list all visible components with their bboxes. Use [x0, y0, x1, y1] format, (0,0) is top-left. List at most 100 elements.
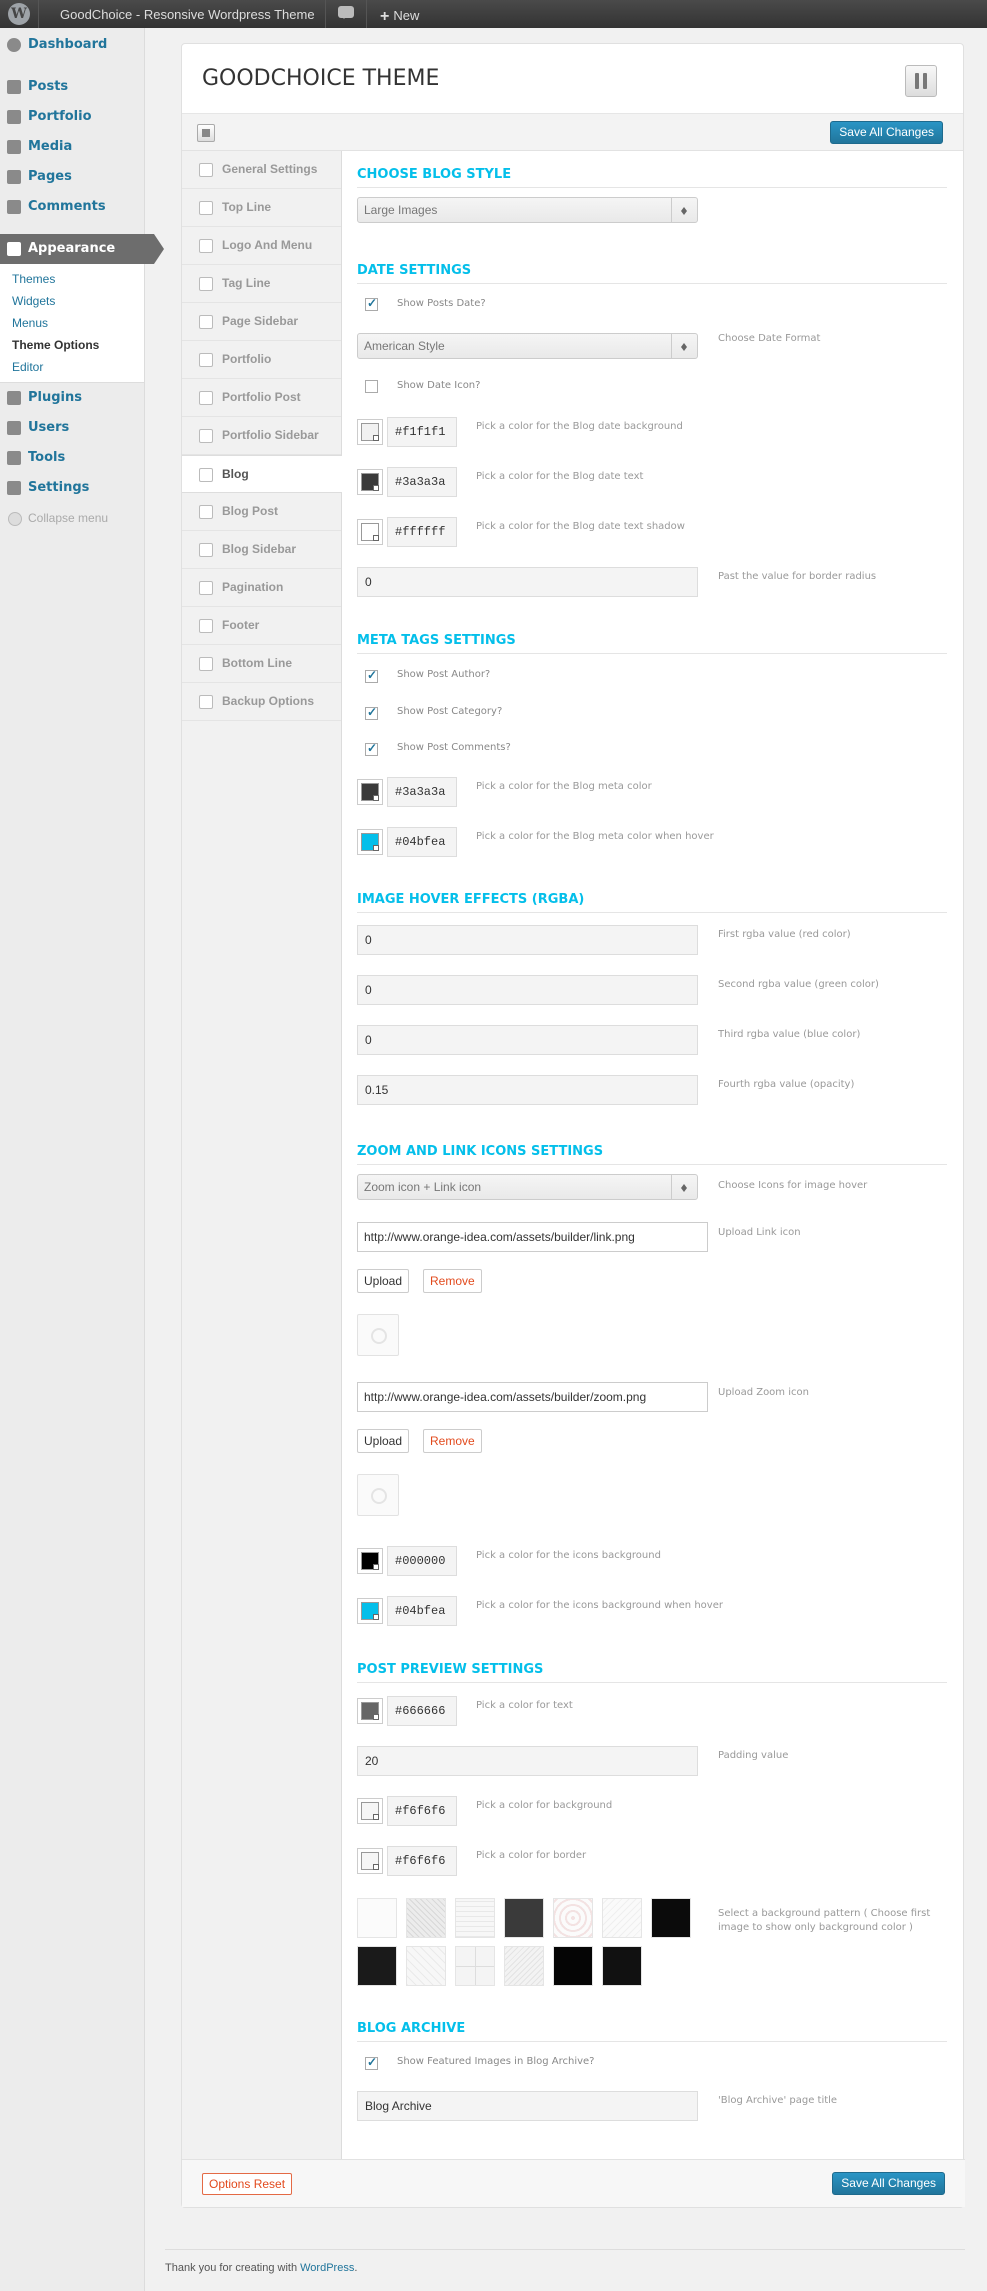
collapse-menu-button[interactable]: Collapse menu	[0, 503, 144, 533]
color-swatch[interactable]	[357, 779, 383, 805]
nav-portfolio[interactable]: Portfolio	[182, 341, 341, 379]
color-value-input[interactable]: #666666	[387, 1696, 457, 1726]
color-swatch[interactable]	[357, 469, 383, 495]
layout-icon	[199, 657, 213, 671]
options-reset-button[interactable]: Options Reset	[202, 2173, 293, 2195]
color-value-input[interactable]: #04bfea	[387, 1596, 457, 1626]
submenu-menus[interactable]: Menus	[12, 312, 144, 334]
color-swatch[interactable]	[357, 829, 383, 855]
menu-portfolio[interactable]: Portfolio	[0, 102, 144, 132]
show-date-checkbox[interactable]	[365, 296, 378, 311]
save-all-button-bottom[interactable]: Save All Changes	[832, 2172, 945, 2195]
rgba-green-input[interactable]: 0	[357, 975, 698, 1005]
color-value-input[interactable]: #ffffff	[387, 517, 457, 547]
new-content-link[interactable]: + New	[380, 7, 419, 25]
nav-logo-and-menu[interactable]: Logo And Menu	[182, 227, 341, 265]
site-name-link[interactable]: GoodChoice - Resonsive Wordpress Theme	[60, 7, 315, 22]
rgba-red-input[interactable]: 0	[357, 925, 698, 955]
color-value-input[interactable]: #3a3a3a	[387, 777, 457, 807]
remove-zoom-button[interactable]: Remove	[423, 1429, 482, 1453]
comments-icon[interactable]	[338, 6, 354, 19]
show-author-checkbox[interactable]	[365, 668, 378, 683]
show-date-icon-checkbox[interactable]	[365, 380, 378, 393]
menu-appearance[interactable]: Appearance	[0, 234, 164, 264]
menu-pages[interactable]: Pages	[0, 162, 144, 192]
color-swatch[interactable]	[357, 519, 383, 545]
nav-footer[interactable]: Footer	[182, 607, 341, 645]
nav-backup-options[interactable]: Backup Options	[182, 683, 341, 721]
color-swatch[interactable]	[357, 1548, 383, 1574]
menu-tools[interactable]: Tools	[0, 443, 144, 473]
pattern-option[interactable]	[651, 1898, 691, 1938]
nav-blog[interactable]: Blog	[182, 455, 342, 493]
color-swatch[interactable]	[357, 419, 383, 445]
nav-portfolio-sidebar[interactable]: Portfolio Sidebar	[182, 417, 341, 455]
color-value-input[interactable]: #f6f6f6	[387, 1846, 457, 1876]
menu-users[interactable]: Users	[0, 413, 144, 443]
menu-settings[interactable]: Settings	[0, 473, 144, 503]
pattern-option[interactable]	[504, 1898, 544, 1938]
pattern-option[interactable]	[553, 1898, 593, 1938]
link-icon-url-input[interactable]: http://www.orange-idea.com/assets/builde…	[357, 1222, 708, 1252]
nav-bottom-line[interactable]: Bottom Line	[182, 645, 341, 683]
pattern-option[interactable]	[602, 1898, 642, 1938]
archive-title-input[interactable]: Blog Archive	[357, 2091, 698, 2121]
zoom-icon-url-input[interactable]: http://www.orange-idea.com/assets/builde…	[357, 1382, 708, 1412]
pattern-option[interactable]	[357, 1946, 397, 1986]
submenu-themes[interactable]: Themes	[12, 268, 144, 290]
nav-portfolio-post[interactable]: Portfolio Post	[182, 379, 341, 417]
menu-dashboard[interactable]: Dashboard	[0, 30, 144, 60]
nav-label: Blog	[222, 467, 249, 481]
expand-toggle-icon[interactable]	[197, 124, 215, 142]
nav-label: Page Sidebar	[222, 314, 299, 328]
upload-zoom-button[interactable]: Upload	[357, 1429, 410, 1453]
show-category-checkbox[interactable]	[365, 705, 378, 720]
menu-comments[interactable]: Comments	[0, 192, 144, 222]
color-swatch[interactable]	[357, 1798, 383, 1824]
nav-top-line[interactable]: Top Line	[182, 189, 341, 227]
rgba-opacity-input[interactable]: 0.15	[357, 1075, 698, 1105]
show-featured-checkbox[interactable]	[365, 2055, 378, 2070]
upload-link-button[interactable]: Upload	[357, 1269, 410, 1293]
pattern-option[interactable]	[455, 1898, 495, 1938]
pattern-option[interactable]	[602, 1946, 642, 1986]
rgba-blue-input[interactable]: 0	[357, 1025, 698, 1055]
pin-icon	[7, 80, 21, 94]
blog-style-select[interactable]: Large Images	[357, 197, 698, 223]
save-all-button-top[interactable]: Save All Changes	[830, 121, 943, 144]
show-comments-checkbox[interactable]	[365, 741, 378, 756]
nav-general-settings[interactable]: General Settings	[182, 151, 341, 189]
date-format-select[interactable]: American Style	[357, 333, 698, 359]
color-value-input[interactable]: #3a3a3a	[387, 467, 457, 497]
pattern-option[interactable]	[406, 1946, 446, 1986]
nav-tag-line[interactable]: Tag Line	[182, 265, 341, 303]
wordpress-link[interactable]: WordPress	[300, 2262, 354, 2274]
pattern-option[interactable]	[504, 1946, 544, 1986]
color-swatch[interactable]	[357, 1598, 383, 1624]
color-swatch[interactable]	[357, 1848, 383, 1874]
padding-input[interactable]: 20	[357, 1746, 698, 1776]
color-value-input[interactable]: #04bfea	[387, 827, 457, 857]
menu-plugins[interactable]: Plugins	[0, 383, 144, 413]
submenu-editor[interactable]: Editor	[12, 356, 144, 378]
submenu-theme-options[interactable]: Theme Options	[12, 334, 144, 356]
pattern-option[interactable]	[406, 1898, 446, 1938]
remove-link-button[interactable]: Remove	[423, 1269, 482, 1293]
color-value-input[interactable]: #f6f6f6	[387, 1796, 457, 1826]
nav-pagination[interactable]: Pagination	[182, 569, 341, 607]
color-swatch[interactable]	[357, 1698, 383, 1724]
wordpress-logo-icon[interactable]: W	[8, 3, 30, 25]
color-value-input[interactable]: #f1f1f1	[387, 417, 457, 447]
nav-blog-sidebar[interactable]: Blog Sidebar	[182, 531, 341, 569]
border-radius-input[interactable]: 0	[357, 567, 698, 597]
color-value-input[interactable]: #000000	[387, 1546, 457, 1576]
menu-media[interactable]: Media	[0, 132, 144, 162]
submenu-widgets[interactable]: Widgets	[12, 290, 144, 312]
pattern-option[interactable]	[553, 1946, 593, 1986]
menu-posts[interactable]: Posts	[0, 72, 144, 102]
nav-page-sidebar[interactable]: Page Sidebar	[182, 303, 341, 341]
pattern-option[interactable]	[357, 1898, 397, 1938]
nav-blog-post[interactable]: Blog Post	[182, 493, 341, 531]
hover-icons-select[interactable]: Zoom icon + Link icon	[357, 1174, 698, 1200]
pattern-option[interactable]	[455, 1946, 495, 1986]
